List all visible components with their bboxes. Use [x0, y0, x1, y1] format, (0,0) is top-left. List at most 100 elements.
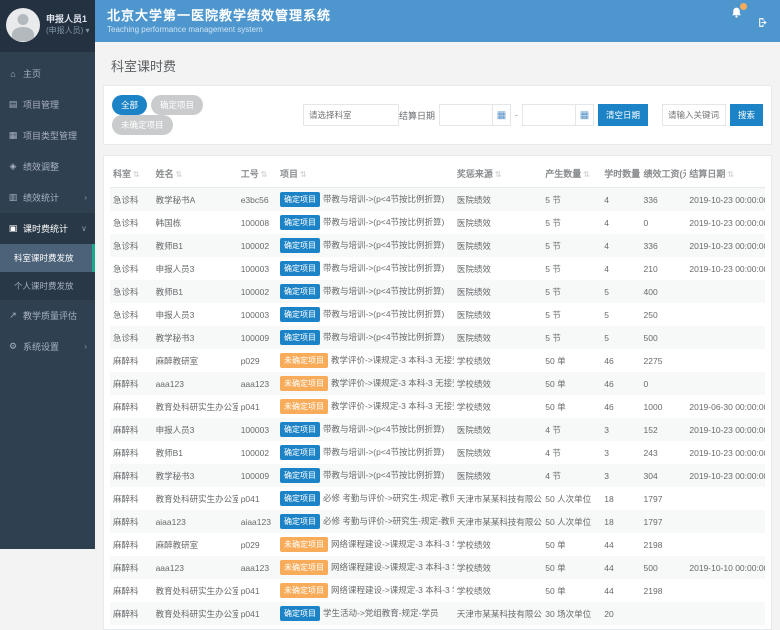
main-content: 科室课时费 全部确定项目未确定项目 结算日期 ▦ - ▦ 清空日期 搜索: [95, 42, 780, 549]
user-name: 申报人员1: [46, 14, 90, 26]
cell-dept: 麻醉科: [110, 510, 153, 533]
sidebar-item-performance-adjust[interactable]: ◈绩效调整: [0, 151, 95, 182]
department-select[interactable]: [303, 104, 399, 126]
table-row[interactable]: 麻醉科申报人员3100003确定项目带教与培训->(p<4节按比例折算)医院绩效…: [110, 418, 765, 441]
clear-dates-button[interactable]: 清空日期: [598, 104, 648, 126]
table-row[interactable]: 急诊科教学秘书Ae3bc56确定项目带教与培训->(p<4节按比例折算)医院绩效…: [110, 188, 765, 212]
cell-id: p029: [238, 349, 277, 372]
cell-name: 教师B1: [153, 234, 238, 257]
filter-pill-全部[interactable]: 全部: [112, 95, 147, 115]
table-row[interactable]: 急诊科教师B1100002确定项目带教与培训->(p<4节按比例折算)医院绩效5…: [110, 280, 765, 303]
sidebar-item-home[interactable]: ⌂主页: [0, 58, 95, 89]
cell-name: 教育处科研实生办公室A: [153, 602, 238, 625]
calendar-icon[interactable]: ▦: [575, 105, 593, 125]
sidebar-item-teaching-quality[interactable]: ↗教学质量评估: [0, 300, 95, 331]
cell-hours: 18: [601, 510, 640, 533]
cell-qty: 4 节: [542, 418, 601, 441]
sidebar-item-course-fee-stats[interactable]: ▣课时费统计∨: [0, 213, 95, 244]
project-description: 带教与培训->(p<4节按比例折算): [323, 332, 444, 342]
cell-id: 100003: [238, 418, 277, 441]
cell-name: 教学秘书A: [153, 188, 238, 212]
date-from-input[interactable]: [440, 105, 492, 125]
cell-pay: 2198: [641, 579, 687, 602]
table-row[interactable]: 麻醉科教育处科研实生办公室Ap041确定项目学生活动->党组教育-规定-学员天津…: [110, 602, 765, 625]
table-row[interactable]: 麻醉科aaa123aaa123未确定项目教学评价->课规定-3 本科-3 无接受…: [110, 372, 765, 395]
sidebar-subitem-dept-course-fee[interactable]: 科室课时费发放: [0, 244, 95, 272]
project-status-badge: 未确定项目: [280, 537, 328, 552]
keyword-search-input[interactable]: [662, 104, 726, 126]
cell-dept: 急诊科: [110, 326, 153, 349]
cell-qty: 4 节: [542, 441, 601, 464]
cell-project: 确定项目带教与培训->(p<4节按比例折算): [277, 441, 454, 464]
filter-pill-未确定项目[interactable]: 未确定项目: [112, 115, 173, 135]
cell-project: 未确定项目网络课程建设->课规定-3 本科-3 学员: [277, 579, 454, 602]
cell-hours: 20: [601, 602, 640, 625]
results-table-panel: 科室⇅姓名⇅工号⇅项目⇅奖惩来源⇅产生数量⇅学时数量⇅绩效工资(元)⇅结算日期⇅…: [103, 155, 772, 630]
table-row[interactable]: 急诊科教师B1100002确定项目带教与培训->(p<4节按比例折算)医院绩效5…: [110, 234, 765, 257]
cell-id: p041: [238, 487, 277, 510]
table-row[interactable]: 急诊科申报人员3100003确定项目带教与培训->(p<4节按比例折算)医院绩效…: [110, 303, 765, 326]
logout-icon[interactable]: [757, 16, 770, 34]
cell-date: 2019-10-23 00:00:00: [686, 464, 765, 487]
bar-chart-icon: ▥: [8, 192, 18, 203]
column-header-绩效工资(元)[interactable]: 绩效工资(元)⇅: [641, 160, 687, 188]
table-row[interactable]: 麻醉科麻醉教研室p029未确定项目教学评价->课规定-3 本科-3 无接受人学校…: [110, 349, 765, 372]
cell-source: 医院绩效: [454, 303, 542, 326]
column-header-结算日期[interactable]: 结算日期⇅: [686, 160, 765, 188]
column-header-奖惩来源[interactable]: 奖惩来源⇅: [454, 160, 542, 188]
project-status-badge: 确定项目: [280, 606, 320, 621]
project-description: 带教与培训->(p<4节按比例折算): [323, 263, 444, 273]
cell-project: 确定项目带教与培训->(p<4节按比例折算): [277, 188, 454, 212]
sidebar-item-performance-stats[interactable]: ▥绩效统计›: [0, 182, 95, 213]
cell-hours: 3: [601, 464, 640, 487]
cell-name: 申报人员3: [153, 303, 238, 326]
cell-date: [686, 487, 765, 510]
notification-bell-icon[interactable]: [730, 6, 743, 24]
column-header-项目[interactable]: 项目⇅: [277, 160, 454, 188]
table-row[interactable]: 麻醉科教学秘书3100009确定项目带教与培训->(p<4节按比例折算)医院绩效…: [110, 464, 765, 487]
cell-pay: 1797: [641, 510, 687, 533]
table-row[interactable]: 麻醉科教育处科研实生办公室Ap041未确定项目教学评价->课规定-3 本科-3 …: [110, 395, 765, 418]
table-row[interactable]: 急诊科申报人员3100003确定项目带教与培训->(p<4节按比例折算)医院绩效…: [110, 257, 765, 280]
table-row[interactable]: 麻醉科麻醉教研室p029未确定项目网络课程建设->课规定-3 本科-3 学员学校…: [110, 533, 765, 556]
project-status-badge: 确定项目: [280, 261, 320, 276]
column-header-科室[interactable]: 科室⇅: [110, 160, 153, 188]
user-profile[interactable]: 申报人员1 (申报人员) ▾: [0, 0, 95, 52]
search-button[interactable]: 搜索: [730, 104, 763, 126]
project-description: 网络课程建设->课规定-3 本科-3 学员: [331, 562, 454, 572]
table-row[interactable]: 麻醉科aiaa123aiaa123确定项目必修 考勤与评价->研究生-规定-教师…: [110, 510, 765, 533]
cell-qty: 4 节: [542, 464, 601, 487]
cell-id: e3bc56: [238, 188, 277, 212]
cell-source: 医院绩效: [454, 464, 542, 487]
sidebar-item-label: 系统设置: [23, 340, 59, 353]
cell-dept: 麻醉科: [110, 556, 153, 579]
calendar-icon[interactable]: ▦: [492, 105, 510, 125]
sidebar-menu: ⌂主页▤项目管理▦项目类型管理◈绩效调整▥绩效统计›▣课时费统计∨科室课时费发放…: [0, 58, 95, 362]
cell-pay: 500: [641, 556, 687, 579]
cell-project: 确定项目带教与培训->(p<4节按比例折算): [277, 211, 454, 234]
project-status-badge: 确定项目: [280, 215, 320, 230]
date-to-input[interactable]: [523, 105, 575, 125]
table-row[interactable]: 麻醉科教育处科研实生办公室Ap041未确定项目网络课程建设->课规定-3 本科-…: [110, 579, 765, 602]
cell-name: 申报人员3: [153, 418, 238, 441]
cell-name: 教师B1: [153, 441, 238, 464]
column-header-姓名[interactable]: 姓名⇅: [153, 160, 238, 188]
table-row[interactable]: 麻醉科教育处科研实生办公室Ap041确定项目必修 考勤与评价->研究生-规定-教…: [110, 487, 765, 510]
table-row[interactable]: 麻醉科aaa123aaa123未确定项目网络课程建设->课规定-3 本科-3 学…: [110, 556, 765, 579]
filter-pill-确定项目[interactable]: 确定项目: [151, 95, 203, 115]
table-row[interactable]: 急诊科韩国栋100008确定项目带教与培训->(p<4节按比例折算)医院绩效5 …: [110, 211, 765, 234]
table-row[interactable]: 麻醉科教师B1100002确定项目带教与培训->(p<4节按比例折算)医院绩效4…: [110, 441, 765, 464]
sidebar-item-system-settings[interactable]: ⚙系统设置›: [0, 331, 95, 362]
table-row[interactable]: 急诊科教学秘书3100009确定项目带教与培训->(p<4节按比例折算)医院绩效…: [110, 326, 765, 349]
cell-qty: 5 节: [542, 234, 601, 257]
user-role-dropdown[interactable]: (申报人员) ▾: [46, 26, 90, 36]
sidebar-subitem-personal-course-fee[interactable]: 个人课时费发放: [0, 272, 95, 300]
column-header-工号[interactable]: 工号⇅: [238, 160, 277, 188]
sidebar-item-project-type-management[interactable]: ▦项目类型管理: [0, 120, 95, 151]
column-header-产生数量[interactable]: 产生数量⇅: [542, 160, 601, 188]
project-description: 教学评价->课规定-3 本科-3 无接受人: [331, 401, 454, 411]
cell-hours: 4: [601, 257, 640, 280]
column-header-学时数量[interactable]: 学时数量⇅: [601, 160, 640, 188]
cell-dept: 麻醉科: [110, 579, 153, 602]
sidebar-item-project-management[interactable]: ▤项目管理: [0, 89, 95, 120]
